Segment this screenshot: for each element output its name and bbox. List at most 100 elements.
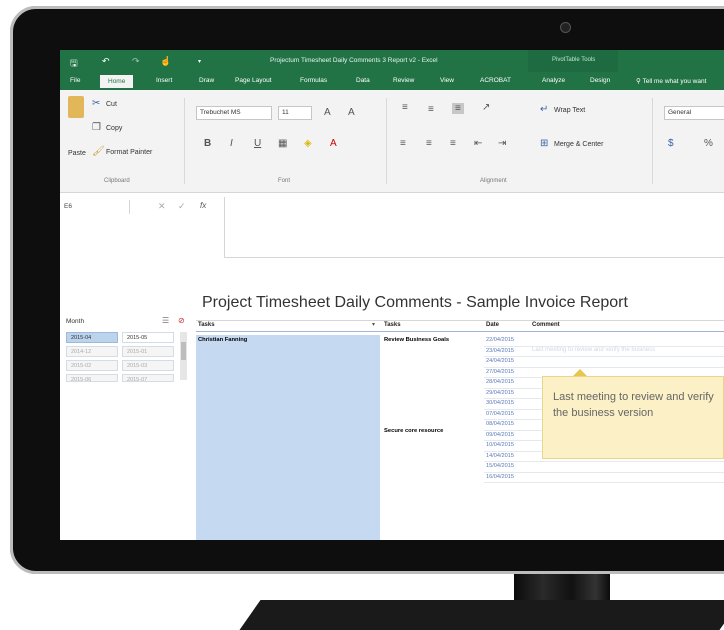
slicer-scrollbar[interactable] — [180, 332, 187, 380]
slicer-item[interactable]: 2015-04 — [66, 332, 118, 343]
wrap-text-button[interactable]: Wrap Text — [554, 107, 585, 114]
tab-page-layout[interactable]: Page Layout — [235, 77, 272, 84]
tab-file[interactable]: File — [70, 77, 80, 84]
number-format-select[interactable]: General — [664, 106, 724, 120]
date-cell[interactable]: 24/04/2015 — [486, 358, 514, 364]
date-cell[interactable]: 28/04/2015 — [486, 379, 514, 385]
task-name[interactable]: Secure core resource — [384, 428, 443, 434]
slicer-item[interactable]: 2015-03 — [122, 360, 174, 371]
date-cell[interactable]: 08/04/2015 — [486, 421, 514, 427]
font-color-icon[interactable]: A — [330, 138, 337, 149]
align-right-icon[interactable]: ≡ — [450, 138, 456, 149]
decrease-font-icon[interactable]: A — [348, 107, 355, 118]
tab-home[interactable]: Home — [100, 75, 134, 88]
tab-view[interactable]: View — [440, 77, 454, 84]
slicer-item[interactable]: 2014-12 — [66, 346, 118, 357]
italic-icon[interactable]: I — [230, 138, 233, 149]
header-resource[interactable]: Tasks — [198, 322, 215, 328]
percent-style-button[interactable]: % — [704, 138, 713, 149]
accounting-format-icon[interactable]: $ — [668, 138, 674, 149]
increase-font-icon[interactable]: A — [324, 107, 331, 118]
align-middle-icon[interactable]: ≡ — [428, 104, 434, 115]
tab-data[interactable]: Data — [356, 77, 370, 84]
merge-center-icon[interactable]: ⊞ — [540, 138, 548, 149]
name-box[interactable]: E6 — [60, 200, 130, 214]
insert-function-icon[interactable]: fx — [200, 201, 206, 210]
date-cell[interactable]: 09/04/2015 — [486, 432, 514, 438]
header-comment[interactable]: Comment — [532, 322, 560, 328]
formula-input[interactable] — [224, 197, 724, 258]
format-painter-icon[interactable]: 🖌 — [92, 146, 105, 157]
document-title: Projectum Timesheet Daily Comments 3 Rep… — [270, 57, 438, 64]
filter-dropdown-icon[interactable]: ▾ — [372, 321, 375, 328]
enter-icon[interactable]: ✓ — [178, 201, 186, 212]
header-task[interactable]: Tasks — [384, 322, 401, 328]
format-painter-button[interactable]: Format Painter — [106, 149, 152, 156]
ribbon-separator — [184, 98, 185, 184]
tab-insert[interactable]: Insert — [156, 77, 172, 84]
tab-analyze[interactable]: Analyze — [542, 77, 565, 84]
cut-button[interactable]: Cut — [106, 101, 117, 108]
date-cell[interactable]: 15/04/2015 — [486, 463, 514, 469]
undo-icon[interactable]: ↶ — [102, 56, 110, 67]
date-cell[interactable]: 23/04/2015 — [486, 348, 514, 354]
date-cell[interactable]: 10/04/2015 — [486, 442, 514, 448]
redo-icon[interactable]: ↷ — [132, 56, 140, 67]
date-cell[interactable]: 27/04/2015 — [486, 369, 514, 375]
date-cell[interactable]: 16/04/2015 — [486, 474, 514, 480]
tab-draw[interactable]: Draw — [199, 77, 214, 84]
table-row[interactable]: 16/04/2015 — [484, 472, 724, 483]
increase-indent-icon[interactable]: ⇥ — [498, 138, 506, 149]
ribbon-separator — [652, 98, 653, 184]
resource-name[interactable]: Christian Fanning — [198, 337, 247, 343]
tab-design[interactable]: Design — [590, 77, 610, 84]
task-name[interactable]: Review Business Goals — [384, 337, 449, 343]
cancel-icon[interactable]: ✕ — [158, 201, 166, 212]
font-size-select[interactable]: 11 — [278, 106, 312, 120]
cut-icon[interactable]: ✂ — [92, 98, 100, 109]
align-top-icon[interactable]: ≡ — [402, 102, 408, 113]
report-title: Project Timesheet Daily Comments - Sampl… — [202, 294, 628, 311]
borders-icon[interactable]: ▦ — [278, 138, 287, 149]
tell-me-search[interactable]: ⚲ Tell me what you want — [636, 77, 706, 85]
date-cell[interactable]: 30/04/2015 — [486, 400, 514, 406]
orientation-icon[interactable]: ↗ — [482, 102, 490, 113]
font-name-select[interactable]: Trebuchet MS — [196, 106, 272, 120]
slicer-item[interactable]: 2015-06 — [66, 374, 118, 383]
multi-select-icon[interactable]: ☰ — [162, 316, 169, 325]
date-cell[interactable]: 07/04/2015 — [486, 411, 514, 417]
wrap-text-icon[interactable]: ↵ — [540, 104, 548, 115]
paste-icon[interactable] — [68, 96, 84, 118]
header-date[interactable]: Date — [486, 322, 499, 328]
bold-icon[interactable]: B — [204, 138, 211, 149]
touch-mode-icon[interactable]: ☝ — [160, 56, 171, 67]
customize-toolbar-icon[interactable]: ▾ — [198, 58, 201, 65]
tab-acrobat[interactable]: ACROBAT — [480, 77, 511, 84]
paste-button[interactable]: Paste — [68, 150, 86, 157]
comment-cell[interactable]: Last meeting to review and verify the bu… — [532, 347, 655, 353]
date-cell[interactable]: 29/04/2015 — [486, 390, 514, 396]
fill-color-icon[interactable]: ◈ — [304, 138, 312, 149]
tab-formulas[interactable]: Formulas — [300, 77, 327, 84]
copy-button[interactable]: Copy — [106, 125, 122, 132]
date-cell[interactable]: 14/04/2015 — [486, 453, 514, 459]
decrease-indent-icon[interactable]: ⇤ — [474, 138, 482, 149]
tab-review[interactable]: Review — [393, 77, 414, 84]
excel-window: 🖫 ↶ ↷ ☝ ▾ Projectum Timesheet Daily Comm… — [60, 50, 724, 540]
align-bottom-icon[interactable]: ≡ — [452, 103, 464, 114]
task-column: Review Business Goals Secure core resour… — [382, 335, 484, 540]
ribbon-tab-bar: File Home Insert Draw Page Layout Formul… — [60, 72, 724, 90]
slicer-scroll-thumb[interactable] — [181, 342, 186, 360]
slicer-item[interactable]: 2015-01 — [122, 346, 174, 357]
date-cell[interactable]: 22/04/2015 — [486, 337, 514, 343]
underline-icon[interactable]: U — [254, 138, 261, 149]
align-center-icon[interactable]: ≡ — [426, 138, 432, 149]
merge-center-button[interactable]: Merge & Center — [554, 141, 603, 148]
slicer-item[interactable]: 2015-07 — [122, 374, 174, 383]
slicer-item[interactable]: 2015-05 — [122, 332, 174, 343]
save-icon[interactable]: 🖫 — [70, 56, 78, 72]
clear-filter-icon[interactable]: ⊘ — [178, 316, 185, 325]
copy-icon[interactable]: ❐ — [92, 122, 101, 133]
align-left-icon[interactable]: ≡ — [400, 138, 406, 149]
slicer-item[interactable]: 2015-02 — [66, 360, 118, 371]
